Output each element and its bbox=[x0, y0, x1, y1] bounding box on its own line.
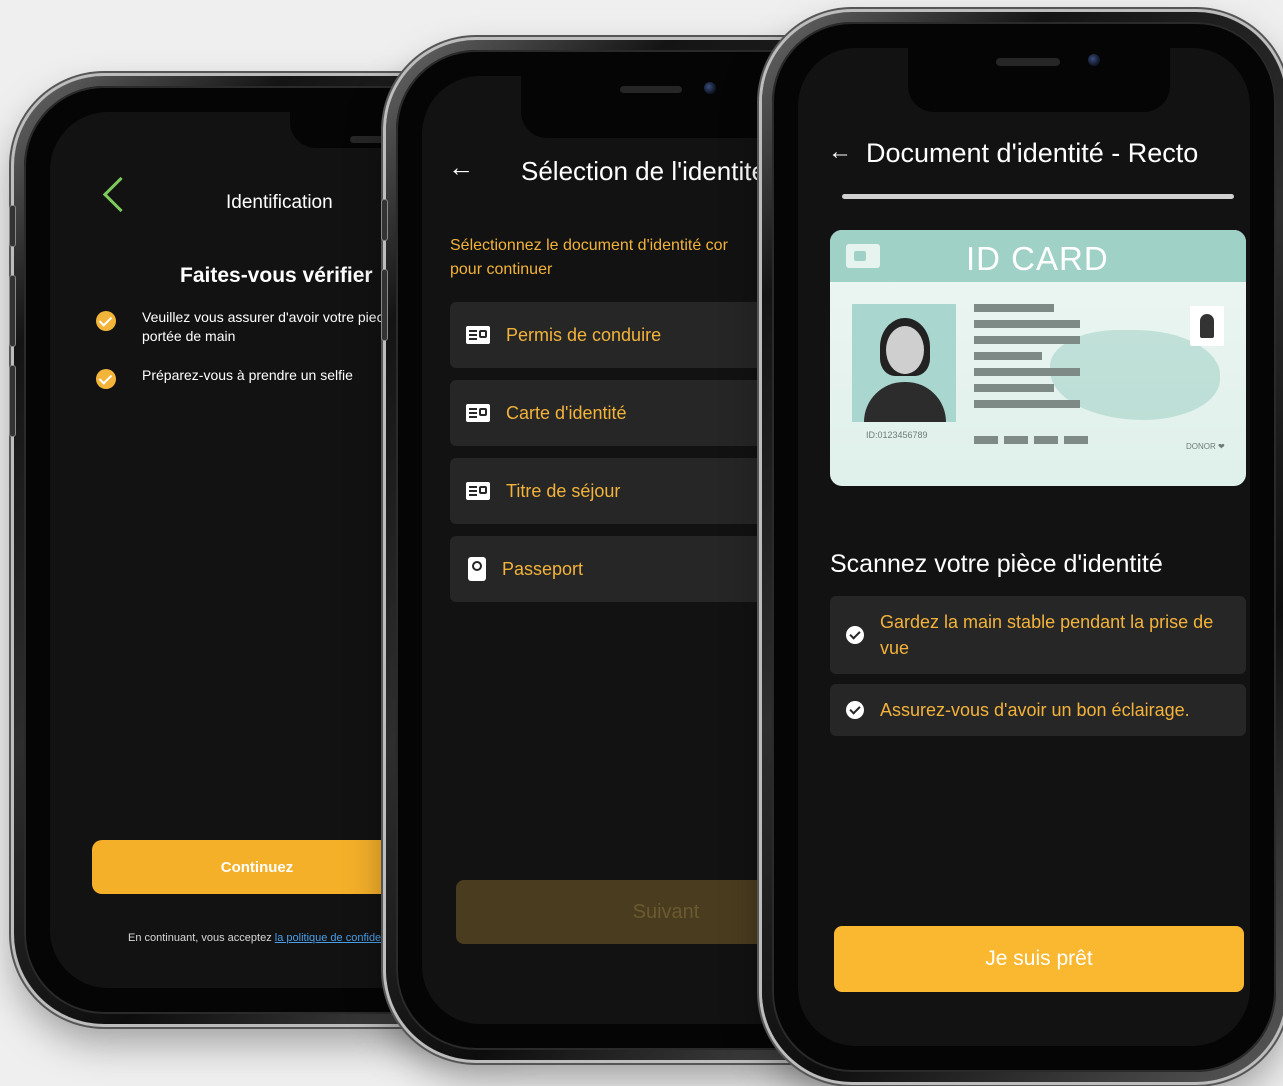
text-line bbox=[974, 352, 1042, 360]
driver-license-icon bbox=[466, 326, 490, 344]
text-line bbox=[974, 368, 1080, 376]
phone-mockup-document-front: ← Document d'identité - Recto ID CARD ID… bbox=[762, 12, 1283, 1082]
barcode-block bbox=[974, 436, 998, 444]
check-circle-icon bbox=[96, 369, 116, 389]
tip-text: Assurez-vous d'avoir un bon éclairage. bbox=[880, 700, 1190, 720]
option-label: Carte d'identité bbox=[506, 402, 627, 423]
text-line bbox=[974, 320, 1080, 328]
chip-icon bbox=[846, 244, 880, 268]
progress-bar bbox=[842, 194, 1234, 199]
barcode-block bbox=[1034, 436, 1058, 444]
speaker bbox=[996, 58, 1060, 66]
text-line bbox=[974, 400, 1080, 408]
residence-permit-icon bbox=[466, 482, 490, 500]
ready-button[interactable]: Je suis prêt bbox=[834, 926, 1244, 992]
donor-text: DONOR bbox=[1186, 442, 1216, 451]
passport-icon bbox=[468, 557, 486, 581]
front-camera bbox=[704, 82, 716, 94]
portrait-body bbox=[864, 382, 946, 422]
screen-title: Sélection de l'identité bbox=[521, 156, 766, 186]
option-label: Titre de séjour bbox=[506, 480, 621, 501]
id-card-title: ID CARD bbox=[966, 240, 1109, 277]
id-number: ID:0123456789 bbox=[866, 430, 928, 440]
speaker bbox=[620, 86, 682, 93]
phone-bezel: ← Document d'identité - Recto ID CARD ID… bbox=[772, 22, 1276, 1072]
document-front-screen: ← Document d'identité - Recto ID CARD ID… bbox=[798, 48, 1250, 1046]
option-label: Passeport bbox=[502, 558, 584, 579]
chevron-left-icon[interactable] bbox=[102, 176, 139, 213]
text-line bbox=[974, 384, 1054, 392]
check-circle-icon bbox=[846, 701, 864, 719]
check-circle-icon bbox=[846, 626, 864, 644]
mute-switch bbox=[382, 200, 387, 240]
front-camera bbox=[1088, 54, 1100, 66]
volume-up-button bbox=[382, 270, 387, 340]
id-card-illustration: ID CARD ID:0123456789 DONOR ❤ bbox=[830, 230, 1246, 486]
barcode-block bbox=[1064, 436, 1088, 444]
portrait-face bbox=[886, 326, 924, 374]
heart-icon: ❤ bbox=[1218, 442, 1225, 451]
page-heading: Faites-vous vérifier bbox=[180, 264, 373, 287]
volume-down-button bbox=[10, 366, 15, 436]
tip-card: Assurez-vous d'avoir un bon éclairage. bbox=[830, 684, 1246, 736]
text-line bbox=[974, 336, 1080, 344]
volume-up-button bbox=[10, 276, 15, 346]
check-circle-icon bbox=[96, 311, 116, 331]
text-line bbox=[974, 304, 1054, 312]
tip-text: Gardez la main stable pendant la prise d… bbox=[880, 612, 1214, 658]
privacy-policy-link[interactable]: la politique de confidentia bbox=[275, 932, 399, 944]
terms-footer: En continuant, vous acceptez la politiqu… bbox=[128, 932, 399, 944]
arrow-left-icon[interactable]: ← bbox=[448, 154, 474, 180]
screen-title: Document d'identité - Recto bbox=[866, 138, 1199, 168]
arrow-left-icon[interactable]: ← bbox=[828, 140, 852, 164]
donor-label: DONOR ❤ bbox=[1186, 442, 1225, 451]
mini-portrait-icon bbox=[1190, 306, 1224, 346]
id-card-icon bbox=[466, 404, 490, 422]
terms-text: En continuant, vous acceptez bbox=[128, 932, 275, 944]
option-label: Permis de conduire bbox=[506, 324, 662, 345]
scan-heading: Scannez votre pièce d'identité bbox=[830, 550, 1163, 578]
tip-card: Gardez la main stable pendant la prise d… bbox=[830, 596, 1246, 674]
mute-switch bbox=[10, 206, 15, 246]
portrait-photo bbox=[852, 304, 956, 422]
screen-title: Identification bbox=[226, 192, 333, 213]
barcode-block bbox=[1004, 436, 1028, 444]
